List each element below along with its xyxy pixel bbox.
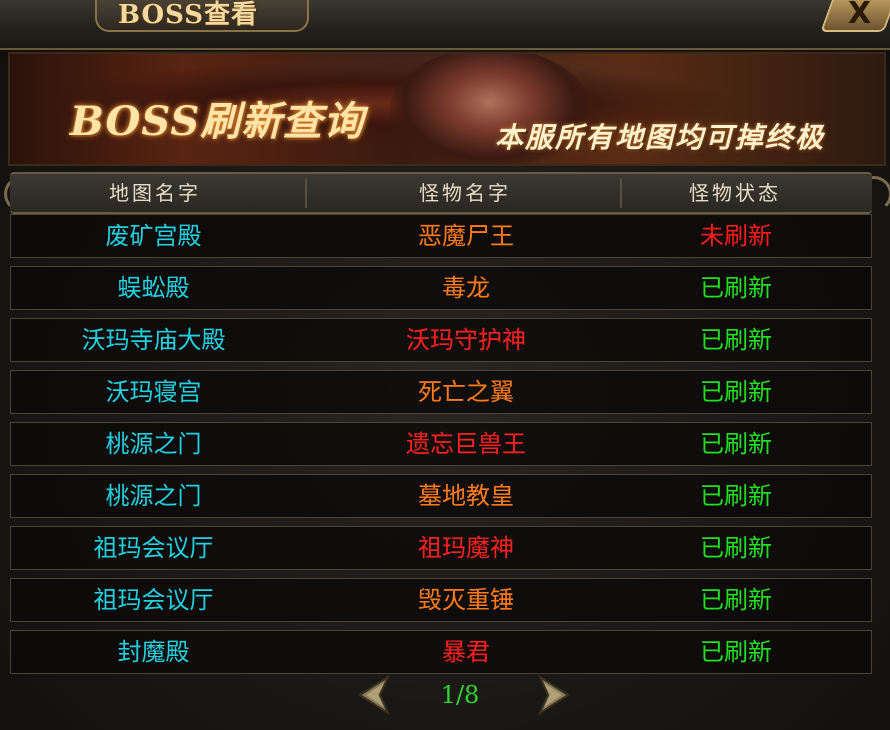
table-row[interactable]: 祖玛会议厅 毁灭重锤 已刷新 (10, 578, 872, 622)
header-map-name: 地图名字 (109, 181, 201, 205)
map-name-cell: 祖玛会议厅 (93, 586, 214, 614)
map-name-cell: 祖玛会议厅 (93, 534, 214, 562)
status-cell: 已刷新 (700, 326, 772, 354)
boss-window: BOSS查看 X BOSS刷新查询 本服所有地图均可掉终极 地图名字 怪物名字 … (0, 0, 890, 730)
monster-name-cell: 毒龙 (442, 274, 490, 302)
page-indicator: 1/8 (440, 681, 480, 709)
monster-name-cell: 沃玛守护神 (406, 326, 526, 354)
map-name-cell: 封魔殿 (117, 638, 190, 666)
arrow-right-icon[interactable] (536, 674, 572, 716)
table-row[interactable]: 沃玛寺庙大殿 沃玛守护神 已刷新 (10, 318, 872, 362)
status-cell: 已刷新 (700, 378, 772, 406)
title-bar: BOSS查看 X (0, 0, 890, 50)
map-name-cell: 蜈蚣殿 (117, 274, 190, 302)
monster-name-cell: 祖玛魔神 (418, 534, 514, 562)
banner: BOSS刷新查询 本服所有地图均可掉终极 (8, 52, 886, 166)
status-cell: 已刷新 (700, 430, 772, 458)
status-cell: 已刷新 (700, 534, 772, 562)
table-row[interactable]: 桃源之门 墓地教皇 已刷新 (10, 474, 872, 518)
monster-name-cell: 恶魔尸王 (418, 222, 514, 250)
table-row[interactable]: 蜈蚣殿 毒龙 已刷新 (10, 266, 872, 310)
table-row[interactable]: 桃源之门 遗忘巨兽王 已刷新 (10, 422, 872, 466)
table-row[interactable]: 封魔殿 暴君 已刷新 (10, 630, 872, 674)
table-header: 地图名字 怪物名字 怪物状态 (10, 172, 872, 214)
table-row[interactable]: 废矿宫殿 恶魔尸王 未刷新 (10, 214, 872, 258)
status-cell: 已刷新 (700, 274, 772, 302)
header-divider (620, 178, 622, 208)
header-divider (305, 178, 307, 208)
monster-name-cell: 毁灭重锤 (418, 586, 514, 614)
window-title: BOSS查看 (118, 0, 259, 30)
header-monster-status: 怪物状态 (689, 181, 781, 205)
monster-name-cell: 暴君 (442, 638, 490, 666)
prev-page-button[interactable] (356, 674, 392, 716)
map-name-cell: 废矿宫殿 (105, 222, 202, 250)
next-page-button[interactable] (536, 674, 572, 716)
table-row[interactable]: 沃玛寝宫 死亡之翼 已刷新 (10, 370, 872, 414)
banner-title: BOSS刷新查询 (70, 98, 365, 145)
status-cell: 已刷新 (700, 586, 772, 614)
close-icon[interactable]: X (848, 0, 871, 31)
status-cell: 已刷新 (700, 482, 772, 510)
monster-name-cell: 遗忘巨兽王 (406, 430, 526, 458)
map-name-cell: 桃源之门 (105, 482, 202, 510)
map-name-cell: 沃玛寺庙大殿 (81, 326, 226, 354)
map-name-cell: 桃源之门 (105, 430, 202, 458)
monster-name-cell: 墓地教皇 (418, 482, 514, 510)
arrow-left-icon[interactable] (356, 674, 392, 716)
header-monster-name: 怪物名字 (419, 181, 511, 205)
table-row[interactable]: 祖玛会议厅 祖玛魔神 已刷新 (10, 526, 872, 570)
monster-name-cell: 死亡之翼 (418, 378, 514, 406)
status-cell: 未刷新 (700, 222, 772, 250)
banner-subtitle: 本服所有地图均可掉终极 (495, 121, 826, 154)
map-name-cell: 沃玛寝宫 (105, 378, 202, 406)
status-cell: 已刷新 (700, 638, 772, 666)
